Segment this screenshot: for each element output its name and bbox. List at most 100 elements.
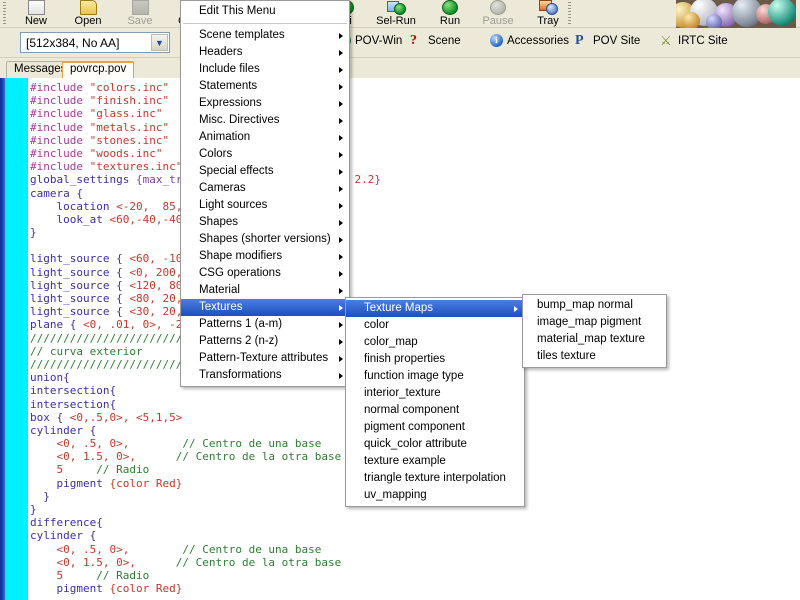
toolbar-button-new[interactable]: New — [10, 0, 62, 27]
menu-item-label: Material — [199, 284, 240, 296]
code-token: "textures.inc" — [90, 160, 183, 173]
toolbar-button-open[interactable]: Open — [62, 0, 114, 27]
code-line: #include "finish.inc" — [30, 94, 800, 107]
textures-item-normal-component[interactable]: normal component — [346, 402, 524, 419]
submenu-arrow-icon — [339, 322, 343, 328]
toolbar-button-label: Sel-Run — [376, 16, 416, 27]
menu-item-expressions[interactable]: Expressions — [181, 95, 349, 112]
toolbar-grip[interactable] — [3, 2, 6, 26]
menu-item-light-sources[interactable]: Light sources — [181, 197, 349, 214]
menu-item-pattern-texture-attributes[interactable]: Pattern-Texture attributes — [181, 350, 349, 367]
toolbar-button-run[interactable]: Run — [424, 0, 476, 27]
menu-item-label: Patterns 1 (a-m) — [199, 318, 282, 330]
code-token: plane { — [30, 318, 83, 331]
textures-item-texture-example[interactable]: texture example — [346, 453, 524, 470]
menu-item-shape-modifiers[interactable]: Shape modifiers — [181, 248, 349, 265]
menu-separator — [183, 23, 347, 24]
code-token: } — [374, 173, 381, 186]
tab-label: povrcp.pov — [70, 63, 126, 75]
menu-item-label: pigment component — [364, 421, 465, 433]
code-token — [30, 569, 57, 582]
menu-item-patterns-1-a-m[interactable]: Patterns 1 (a-m) — [181, 316, 349, 333]
menu-item-patterns-2-n-z[interactable]: Patterns 2 (n-z) — [181, 333, 349, 350]
submenu-arrow-icon — [339, 356, 343, 362]
menu-item-misc-directives[interactable]: Misc. Directives — [181, 112, 349, 129]
code-token: difference{ — [30, 516, 103, 529]
menu-item-label: Shapes (shorter versions) — [199, 233, 331, 245]
code-token: #include — [30, 107, 90, 120]
toolbar-button-sel-run[interactable]: Sel-Run — [370, 0, 422, 27]
texture-maps-item-bump-map-normal[interactable]: bump_map normal — [523, 297, 666, 314]
menu-item-transformations[interactable]: Transformations — [181, 367, 349, 384]
editor-gutter[interactable] — [5, 78, 28, 600]
new-page-icon — [28, 0, 45, 15]
tab-povrcp-pov[interactable]: povrcp.pov — [62, 61, 134, 78]
question-mark-icon: ? — [410, 34, 424, 48]
link-irtc-site[interactable]: ⚔ IRTC Site — [660, 34, 728, 48]
code-line: light_source { <120, 80, 0>, color White… — [30, 279, 800, 292]
menu-item-include-files[interactable]: Include files — [181, 61, 349, 78]
code-line: } — [30, 595, 800, 597]
link-scene[interactable]: ? Scene — [410, 34, 461, 48]
textures-submenu[interactable]: Texture Mapscolorcolor_mapfinish propert… — [345, 297, 525, 507]
textures-item-function-image-type[interactable]: function image type — [346, 368, 524, 385]
textures-item-finish-properties[interactable]: finish properties — [346, 351, 524, 368]
code-token: // Radio — [96, 569, 149, 582]
texture-maps-item-tiles-texture[interactable]: tiles texture — [523, 348, 666, 365]
menu-item-shapes-shorter-versions[interactable]: Shapes (shorter versions) — [181, 231, 349, 248]
toolbar-button-tray[interactable]: Tray — [522, 0, 574, 27]
menu-item-cameras[interactable]: Cameras — [181, 180, 349, 197]
resolution-combo-value: [512x384, No AA] — [26, 36, 119, 50]
menu-item-animation[interactable]: Animation — [181, 129, 349, 146]
code-token: {color Red} — [109, 477, 182, 490]
menu-item-scene-templates[interactable]: Scene templates — [181, 27, 349, 44]
menu-item-label: finish properties — [364, 353, 445, 365]
textures-item-uv-mapping[interactable]: uv_mapping — [346, 487, 524, 504]
menu-item-label: Light sources — [199, 199, 267, 211]
menu-item-colors[interactable]: Colors — [181, 146, 349, 163]
texture-maps-item-image-map-pigment[interactable]: image_map pigment — [523, 314, 666, 331]
chevron-down-icon[interactable]: ▼ — [151, 34, 168, 51]
textures-item-texture-maps[interactable]: Texture Maps — [346, 300, 524, 317]
menu-item-csg-operations[interactable]: CSG operations — [181, 265, 349, 282]
textures-item-color-map[interactable]: color_map — [346, 334, 524, 351]
texture-maps-submenu[interactable]: bump_map normalimage_map pigment material… — [522, 294, 667, 368]
secondary-toolbar: [512x384, No AA] ▼ POV-Win ? Scene i Acc… — [0, 28, 800, 58]
code-token: } — [30, 226, 37, 239]
textures-item-triangle-texture-interpolation[interactable]: triangle texture interpolation — [346, 470, 524, 487]
menu-item-edit-this-menu[interactable]: Edit This Menu — [181, 3, 349, 20]
code-token: <0, 1.5, 0>, — [57, 556, 136, 569]
submenu-arrow-icon — [339, 101, 343, 107]
editor-tabstrip: Messages povrcp.pov — [0, 59, 800, 78]
submenu-arrow-icon — [339, 373, 343, 379]
code-token: 2.2 — [355, 173, 375, 186]
code-token: #include — [30, 134, 90, 147]
menu-item-label: normal component — [364, 404, 459, 416]
tab-label: Messages — [14, 63, 66, 75]
code-line: look_at <60,-40,-40> — [30, 213, 800, 226]
link-pov-site[interactable]: P POV Site — [575, 34, 640, 48]
submenu-arrow-icon — [339, 271, 343, 277]
menu-item-label: material_map texture — [537, 333, 645, 345]
menu-item-shapes[interactable]: Shapes — [181, 214, 349, 231]
link-accessories[interactable]: i Accessories — [490, 34, 569, 47]
menu-item-material[interactable]: Material — [181, 282, 349, 299]
textures-item-pigment-component[interactable]: pigment component — [346, 419, 524, 436]
menu-item-special-effects[interactable]: Special effects — [181, 163, 349, 180]
texture-maps-item-material-map-texture[interactable]: material_map texture — [523, 331, 666, 348]
menu-item-headers[interactable]: Headers — [181, 44, 349, 61]
insert-menu[interactable]: Edit This Menu Scene templatesHeadersInc… — [180, 0, 350, 387]
code-token: // Radio — [96, 463, 149, 476]
resolution-combo[interactable]: [512x384, No AA] ▼ — [20, 32, 170, 53]
menu-item-label: Shape modifiers — [199, 250, 282, 262]
menu-item-statements[interactable]: Statements — [181, 78, 349, 95]
textures-item-quick-color-attribute[interactable]: quick_color attribute — [346, 436, 524, 453]
code-token: <60,-40,-40> — [109, 213, 188, 226]
menu-item-label: tiles texture — [537, 350, 596, 362]
menu-item-label: Patterns 2 (n-z) — [199, 335, 278, 347]
textures-item-interior-texture[interactable]: interior_texture — [346, 385, 524, 402]
textures-item-color[interactable]: color — [346, 317, 524, 334]
menu-item-textures[interactable]: Textures — [181, 299, 349, 316]
menu-item-label: Misc. Directives — [199, 114, 280, 126]
submenu-arrow-icon — [339, 135, 343, 141]
